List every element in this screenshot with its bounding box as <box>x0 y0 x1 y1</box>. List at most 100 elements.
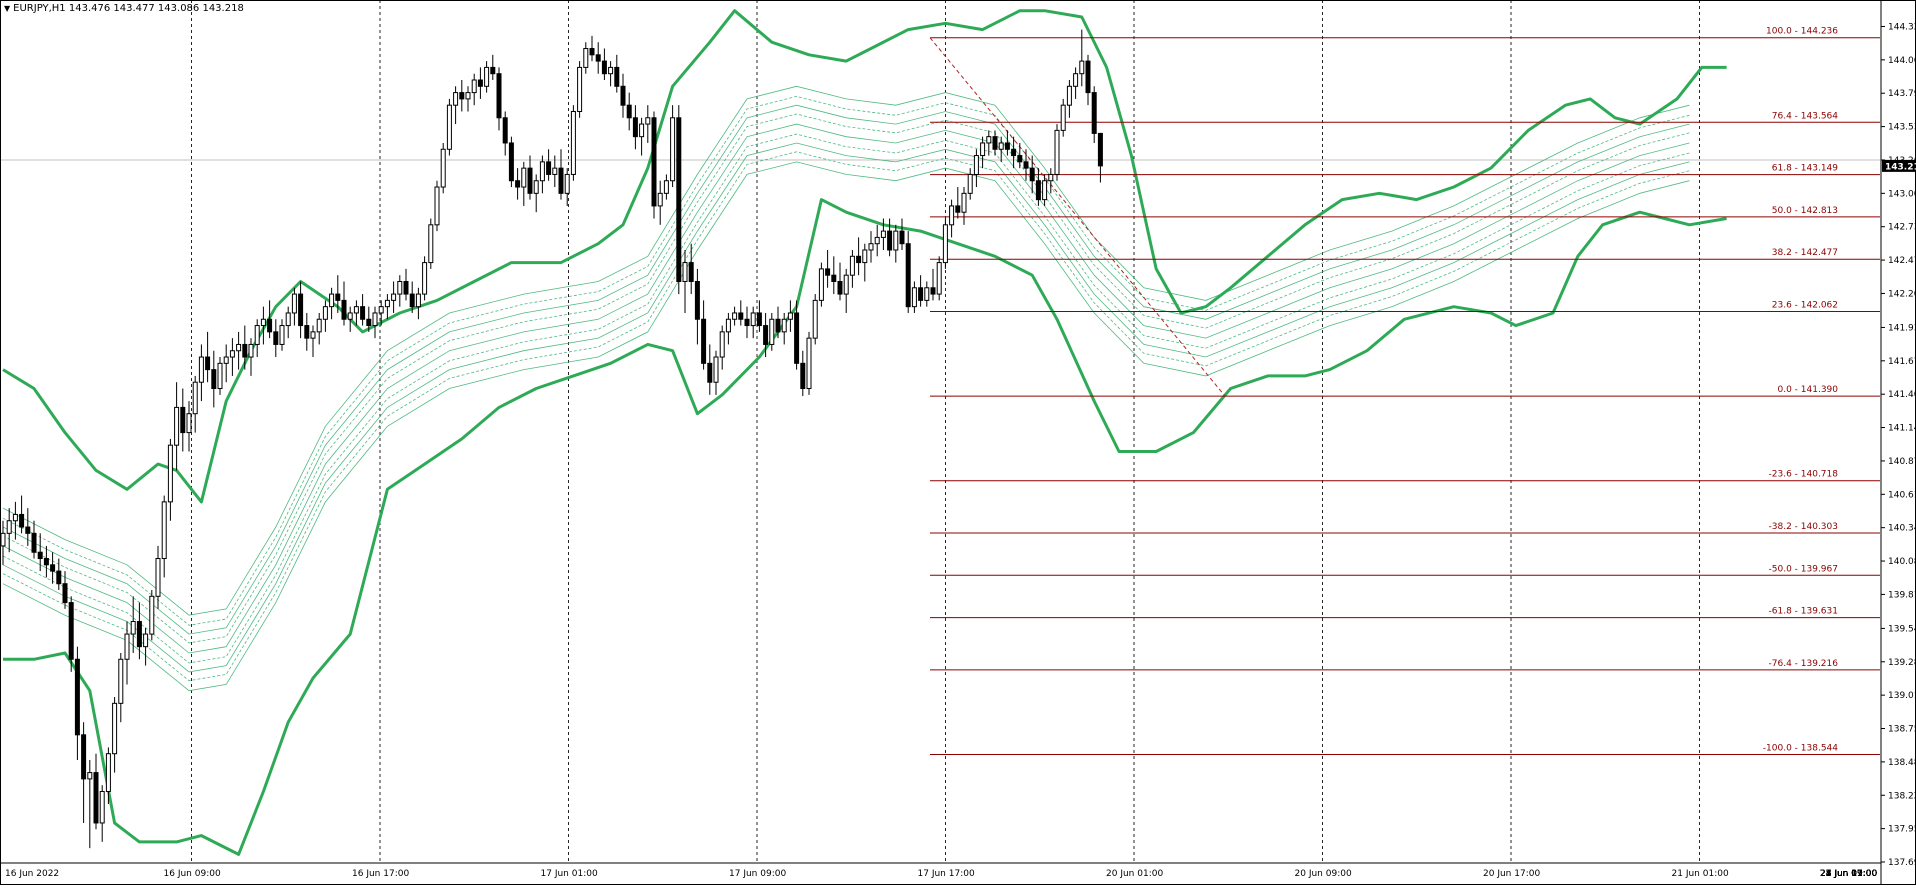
candle <box>608 61 614 87</box>
candle <box>428 218 434 269</box>
candle-body-bearish <box>205 356 211 371</box>
candle <box>831 256 837 295</box>
fib-level-label: 38.2 - 142.477 <box>1772 248 1838 258</box>
time-label: 20 Jun 01:00 <box>1106 869 1163 879</box>
candle-body-bearish <box>515 180 521 188</box>
candle <box>577 61 583 118</box>
symbol-header[interactable]: ▼ EURJPY,H1 143.476 143.477 143.086 143.2… <box>4 3 244 14</box>
candle-body-bullish <box>105 753 111 792</box>
candle-body-bullish <box>843 274 849 295</box>
current-price-label: 143.218 <box>1885 162 1916 172</box>
candle-body-bullish <box>769 318 775 345</box>
candle-body-bullish <box>143 633 149 648</box>
fib-level-label: 76.4 - 143.564 <box>1772 111 1838 121</box>
time-label: 28 Jun 17:00 <box>1820 869 1877 879</box>
candle <box>81 722 87 823</box>
candle-body-bearish <box>775 318 781 333</box>
candle <box>223 344 229 383</box>
candle-body-bullish <box>422 262 428 295</box>
candle <box>1085 54 1091 106</box>
candle-body-bearish <box>744 318 750 327</box>
candle-body-bearish <box>1023 161 1029 169</box>
candle <box>930 268 936 301</box>
candle <box>558 149 564 200</box>
candle <box>236 331 242 370</box>
candle <box>732 306 738 326</box>
time-label: 21 Jun 01:00 <box>1672 869 1729 879</box>
candle <box>1004 130 1010 156</box>
candle <box>874 224 880 257</box>
candle <box>639 117 645 156</box>
candle-body-bearish <box>601 60 607 75</box>
chart-frame <box>0 0 1916 885</box>
chart-area[interactable]: 100.0 - 144.236 76.4 - 143.564 61.8 - 143.… <box>0 0 1916 885</box>
fib-level-label: -38.2 - 140.303 <box>1769 522 1838 532</box>
price-tick-label: 140.345 <box>1888 524 1916 534</box>
candle <box>229 338 235 376</box>
candle <box>174 382 180 471</box>
price-chart[interactable]: 100.0 - 144.236 76.4 - 143.564 61.8 - 143.… <box>0 0 1916 885</box>
time-label: 20 Jun 17:00 <box>1483 869 1540 879</box>
fib-level-label: 0.0 - 141.390 <box>1778 385 1839 395</box>
candle <box>893 224 899 263</box>
candle-body-bearish <box>31 532 37 553</box>
candle <box>719 325 725 370</box>
candle <box>446 98 452 156</box>
candle-body-bearish <box>694 280 700 320</box>
candle <box>329 287 335 320</box>
candle-body-bearish <box>899 230 905 245</box>
candle <box>570 105 576 181</box>
candle <box>657 180 663 225</box>
price-tick-label: 137.690 <box>1888 858 1916 868</box>
candle-body-bullish <box>645 117 651 125</box>
candle-body-bullish <box>391 293 397 301</box>
dropdown-caret-icon[interactable]: ▼ <box>4 4 10 13</box>
candle-body-bearish <box>626 104 632 119</box>
candle <box>167 438 173 521</box>
candle <box>310 325 316 358</box>
candle-body-bearish <box>335 293 341 301</box>
candle-body-bullish <box>112 702 118 755</box>
candle-body-bullish <box>0 532 6 547</box>
candle <box>955 187 961 219</box>
candle-body-bearish <box>856 255 862 264</box>
candle-body-bearish <box>831 274 837 282</box>
candle-body-bullish <box>670 117 676 182</box>
candle-body-bearish <box>136 620 142 648</box>
candle-body-bearish <box>1085 60 1091 94</box>
price-tick-label: 142.470 <box>1888 256 1916 266</box>
candle <box>316 312 322 345</box>
candle <box>949 199 955 238</box>
candle-body-bearish <box>1091 92 1097 134</box>
candle <box>620 73 626 118</box>
candle <box>676 105 682 295</box>
candle-body-bullish <box>1073 73 1079 87</box>
candle <box>682 250 688 313</box>
candle <box>149 590 155 641</box>
candle-body-bullish <box>248 343 254 358</box>
candle <box>490 54 496 80</box>
candle-body-bearish <box>273 331 279 345</box>
candle <box>626 92 632 131</box>
candle-body-bearish <box>43 558 49 566</box>
candle <box>391 281 397 313</box>
candle-body-bearish <box>763 325 769 345</box>
candle-body-bullish <box>149 595 155 635</box>
candle-body-bearish <box>74 658 80 736</box>
candle-body-bullish <box>1042 180 1048 201</box>
candle <box>862 243 868 282</box>
price-tick-label: 140.875 <box>1888 457 1916 467</box>
candle <box>453 86 459 125</box>
time-label: 17 Jun 09:00 <box>729 869 786 879</box>
candle-body-bullish <box>806 337 812 390</box>
candle <box>397 275 403 307</box>
candle <box>663 174 669 200</box>
candle <box>186 401 192 452</box>
candle-body-bullish <box>781 318 787 333</box>
candle-body-bullish <box>787 312 793 320</box>
candle <box>750 306 756 339</box>
candle <box>422 256 428 301</box>
candle-body-bullish <box>397 280 403 295</box>
time-label: 16 Jun 09:00 <box>164 869 221 879</box>
candle <box>725 312 731 345</box>
